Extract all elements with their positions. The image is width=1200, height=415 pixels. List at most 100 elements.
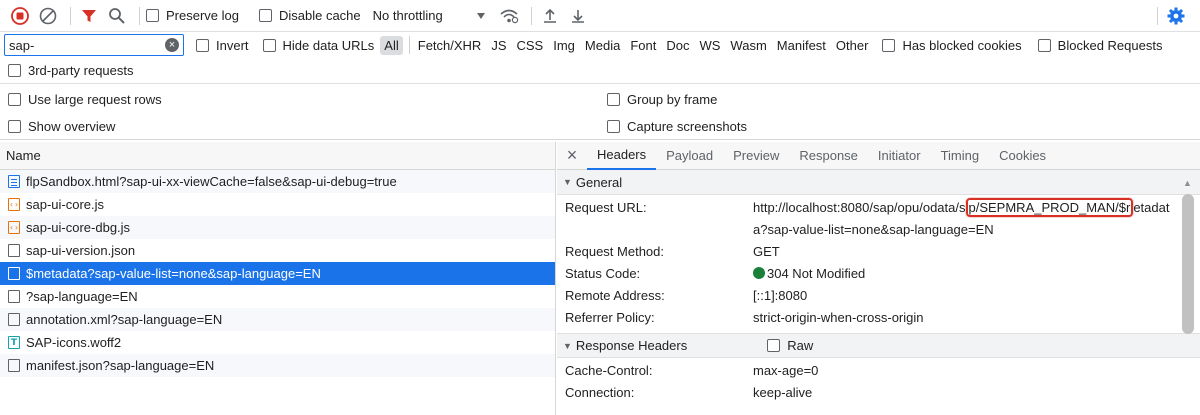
toolbar-separator [139, 6, 140, 25]
document-icon [8, 175, 20, 188]
request-name: manifest.json?sap-language=EN [26, 358, 215, 373]
general-section-header[interactable]: ▼ General [557, 170, 1200, 195]
type-filter-font[interactable]: Font [626, 36, 660, 55]
request-row[interactable]: annotation.xml?sap-language=EN [0, 308, 555, 331]
type-filter-other[interactable]: Other [832, 36, 873, 55]
request-url-row: Request URL: http://localhost:8080/sap/o… [557, 197, 1200, 241]
raw-label: Raw [787, 338, 814, 353]
tab-initiator[interactable]: Initiator [868, 142, 931, 170]
third-party-checkbox[interactable]: 3rd-party requests [8, 63, 134, 78]
show-overview-checkbox[interactable]: Show overview [8, 119, 115, 134]
request-method-value: GET [753, 244, 780, 259]
cache-control-row: Cache-Control: max-age=0 [557, 360, 1200, 382]
capture-screenshots-checkbox[interactable]: Capture screenshots [607, 119, 747, 134]
details-tabs: × Headers Payload Preview Response Initi… [557, 142, 1200, 170]
export-har-icon[interactable] [566, 4, 590, 28]
throttling-select[interactable]: No throttling [373, 8, 443, 23]
general-title: General [575, 174, 623, 190]
type-filter-fetch-xhr[interactable]: Fetch/XHR [414, 36, 486, 55]
group-by-frame-checkbox[interactable]: Group by frame [607, 92, 717, 107]
request-name: SAP-icons.woff2 [26, 335, 122, 350]
tab-payload[interactable]: Payload [656, 142, 723, 170]
raw-checkbox[interactable]: Raw [767, 338, 813, 353]
request-method-row: Request Method: GET [557, 241, 1200, 263]
network-toolbar: Preserve log Disable cache No throttling [0, 0, 1200, 32]
clear-log-icon[interactable] [36, 4, 60, 28]
checkbox-box[interactable] [767, 339, 781, 352]
type-filter-all[interactable]: All [380, 35, 403, 55]
gear-icon[interactable] [1164, 4, 1188, 28]
name-column-header[interactable]: Name [0, 142, 555, 170]
type-filter-js[interactable]: JS [487, 36, 510, 55]
request-row[interactable]: ‹› sap-ui-core-dbg.js [0, 216, 555, 239]
connection-value: keep-alive [753, 385, 813, 400]
tab-preview[interactable]: Preview [723, 142, 789, 170]
checkbox-box[interactable] [1037, 38, 1051, 52]
response-headers-section-header[interactable]: ▼ Response Headers Raw [557, 333, 1200, 358]
invert-checkbox[interactable]: Invert [196, 38, 249, 53]
large-rows-checkbox[interactable]: Use large request rows [8, 92, 162, 107]
checkbox-box[interactable] [8, 92, 21, 106]
checkbox-box[interactable] [8, 120, 21, 133]
type-filter-doc[interactable]: Doc [662, 36, 693, 55]
capture-screenshots-label: Capture screenshots [627, 119, 747, 134]
scroll-up-icon[interactable]: ▲ [1183, 178, 1192, 188]
filter-input[interactable] [9, 37, 165, 53]
network-conditions-icon[interactable] [497, 4, 521, 28]
has-blocked-cookies-checkbox[interactable]: Has blocked cookies [882, 38, 1022, 53]
close-icon[interactable]: × [557, 145, 587, 166]
chevron-down-icon[interactable] [469, 4, 493, 28]
file-icon [8, 313, 20, 326]
request-row[interactable]: T SAP-icons.woff2 [0, 331, 555, 354]
request-name: ?sap-language=EN [26, 289, 138, 304]
connection-key: Connection: [565, 385, 635, 400]
request-row[interactable]: sap-ui-version.json [0, 239, 555, 262]
request-row[interactable]: ‹› sap-ui-core.js [0, 193, 555, 216]
filter-search-box[interactable]: × [4, 34, 184, 56]
checkbox-box[interactable] [258, 9, 272, 22]
checkbox-box[interactable] [196, 38, 209, 52]
type-filter-media[interactable]: Media [581, 36, 624, 55]
toolbar-separator [70, 6, 71, 25]
preserve-log-checkbox[interactable]: Preserve log [146, 8, 239, 23]
checkbox-box[interactable] [8, 64, 21, 77]
request-name: sap-ui-core.js [26, 197, 105, 212]
blocked-requests-checkbox[interactable]: Blocked Requests [1037, 38, 1162, 53]
script-icon: ‹› [8, 221, 20, 234]
details-scrollbar[interactable]: ▲ [1178, 176, 1198, 415]
settings-row-1: Use large request rows Group by frame [0, 86, 1200, 112]
response-headers-section: Cache-Control: max-age=0 Connection: kee… [557, 358, 1200, 404]
remote-address-row: Remote Address: [::1]:8080 [557, 285, 1200, 307]
filter-icon[interactable] [77, 4, 101, 28]
tab-response[interactable]: Response [789, 142, 868, 170]
clear-filter-icon[interactable]: × [165, 38, 179, 52]
hide-data-urls-checkbox[interactable]: Hide data URLs [262, 38, 374, 53]
request-url-key: Request URL: [565, 200, 647, 215]
type-filter-img[interactable]: Img [549, 36, 579, 55]
checkbox-box[interactable] [882, 38, 896, 52]
checkbox-box[interactable] [262, 38, 276, 52]
request-row[interactable]: manifest.json?sap-language=EN [0, 354, 555, 377]
request-row[interactable]: flpSandbox.html?sap-ui-xx-viewCache=fals… [0, 170, 555, 193]
scrollbar-thumb[interactable] [1182, 194, 1194, 334]
disable-cache-checkbox[interactable]: Disable cache [258, 8, 361, 23]
tab-cookies[interactable]: Cookies [989, 142, 1056, 170]
connection-row: Connection: keep-alive [557, 382, 1200, 404]
remote-address-value: [::1]:8080 [753, 288, 808, 303]
type-filter-css[interactable]: CSS [513, 36, 548, 55]
toolbar-separator [1157, 6, 1158, 25]
request-row[interactable]: ?sap-language=EN [0, 285, 555, 308]
type-filter-ws[interactable]: WS [695, 36, 724, 55]
remote-address-key: Remote Address: [565, 288, 665, 303]
request-row-selected[interactable]: $metadata?sap-value-list=none&sap-langua… [0, 262, 555, 285]
record-stop-icon[interactable] [8, 4, 32, 28]
search-icon[interactable] [105, 4, 129, 28]
tab-headers[interactable]: Headers [587, 142, 657, 170]
type-filter-manifest[interactable]: Manifest [773, 36, 830, 55]
tab-timing[interactable]: Timing [931, 142, 990, 170]
import-har-icon[interactable] [538, 4, 562, 28]
checkbox-box[interactable] [146, 9, 159, 22]
checkbox-box[interactable] [607, 120, 620, 133]
checkbox-box[interactable] [607, 92, 620, 106]
type-filter-wasm[interactable]: Wasm [726, 36, 770, 55]
